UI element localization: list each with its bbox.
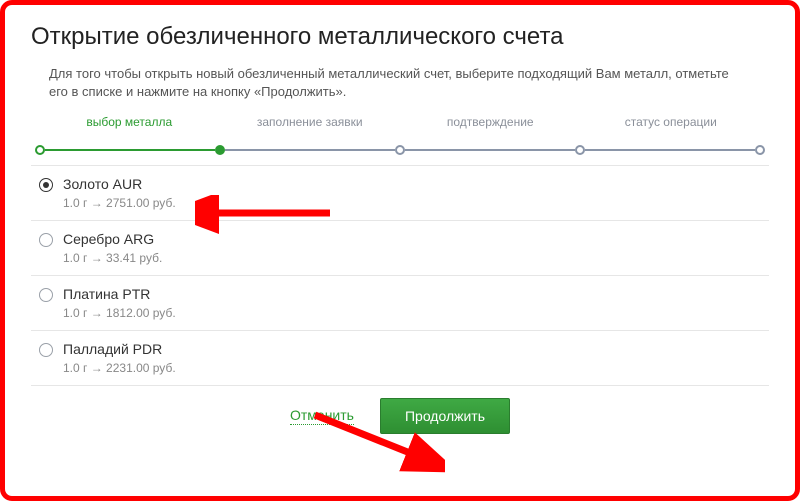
actions-bar: Отменить Продолжить bbox=[31, 386, 769, 434]
metal-row-silver[interactable]: Серебро ARG 1.0 г → 33.41 руб. bbox=[31, 221, 769, 276]
step-track bbox=[31, 145, 769, 155]
step-dot bbox=[395, 145, 405, 155]
step-line bbox=[225, 149, 395, 151]
step-fill-form: заполнение заявки bbox=[220, 115, 401, 133]
step-choose-metal: выбор металла bbox=[39, 115, 220, 133]
metal-row-palladium[interactable]: Палладий PDR 1.0 г → 2231.00 руб. bbox=[31, 331, 769, 386]
step-confirm: подтверждение bbox=[400, 115, 581, 133]
step-dot bbox=[215, 145, 225, 155]
step-line bbox=[405, 149, 575, 151]
metal-name: Серебро ARG bbox=[63, 231, 162, 247]
step-dot bbox=[755, 145, 765, 155]
metal-row-gold[interactable]: Золото AUR 1.0 г → 2751.00 руб. bbox=[31, 166, 769, 221]
metal-rate: 1.0 г → 2231.00 руб. bbox=[63, 361, 176, 375]
step-status: статус операции bbox=[581, 115, 762, 133]
metal-name: Золото AUR bbox=[63, 176, 176, 192]
metal-rate: 1.0 г → 33.41 руб. bbox=[63, 251, 162, 265]
intro-text: Для того чтобы открыть новый обезличенны… bbox=[31, 65, 769, 115]
step-labels: выбор металла заполнение заявки подтверж… bbox=[31, 115, 769, 133]
metal-rate: 1.0 г → 1812.00 руб. bbox=[63, 306, 176, 320]
metal-row-platinum[interactable]: Платина PTR 1.0 г → 1812.00 руб. bbox=[31, 276, 769, 331]
step-line bbox=[585, 149, 755, 151]
step-line bbox=[45, 149, 215, 151]
metal-list: Золото AUR 1.0 г → 2751.00 руб. Серебро … bbox=[31, 165, 769, 386]
metal-name: Палладий PDR bbox=[63, 341, 176, 357]
radio-gold[interactable] bbox=[39, 178, 53, 192]
radio-silver[interactable] bbox=[39, 233, 53, 247]
metal-rate: 1.0 г → 2751.00 руб. bbox=[63, 196, 176, 210]
radio-platinum[interactable] bbox=[39, 288, 53, 302]
cancel-link[interactable]: Отменить bbox=[290, 407, 354, 425]
step-dot bbox=[35, 145, 45, 155]
page-title: Открытие обезличенного металлического сч… bbox=[31, 23, 769, 51]
step-dot bbox=[575, 145, 585, 155]
metal-name: Платина PTR bbox=[63, 286, 176, 302]
radio-palladium[interactable] bbox=[39, 343, 53, 357]
continue-button[interactable]: Продолжить bbox=[380, 398, 510, 434]
